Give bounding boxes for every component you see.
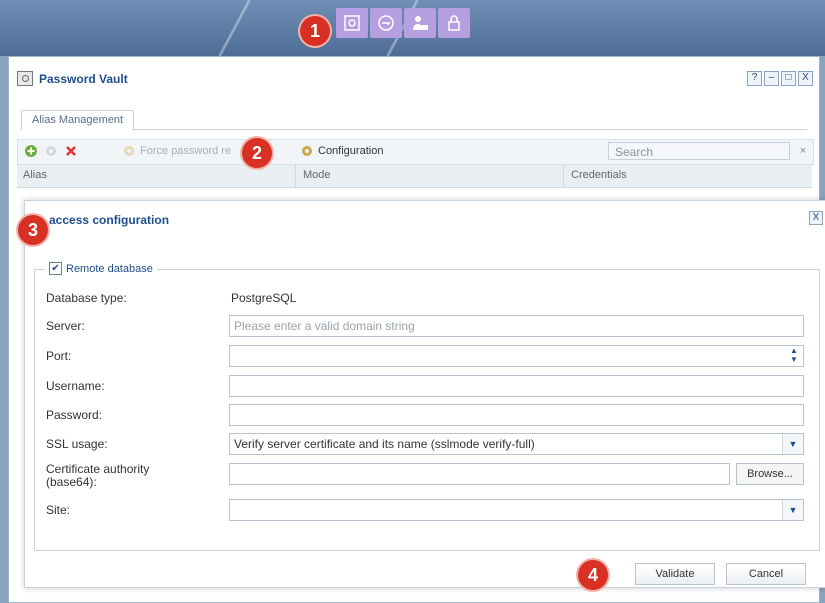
column-mode[interactable]: Mode [303,169,331,181]
username-label: Username: [46,379,105,393]
vault-title-text: Password Vault [39,71,128,86]
column-divider [295,165,296,187]
remote-database-checkbox[interactable]: ✔ [49,262,62,275]
step-badge-1: 1 [300,16,330,46]
certificate-authority-label-2: (base64): [46,475,97,489]
column-divider [563,165,564,187]
chevron-down-icon[interactable]: ▼ [782,434,803,454]
database-type-label: Database type: [46,291,127,305]
search-input[interactable]: Search [608,142,790,160]
force-gear-icon [124,146,134,156]
column-alias[interactable]: Alias [23,169,47,181]
browse-button[interactable]: Browse... [736,463,804,485]
username-input[interactable] [229,375,804,397]
configuration-dialog: e access configuration X ✔ Remote databa… [24,200,825,588]
search-clear-icon[interactable]: × [794,142,812,160]
user-lock-icon[interactable] [404,8,436,38]
window-controls: ? – □ X [747,71,813,86]
ssl-usage-label: SSL usage: [46,437,108,451]
top-bar [0,0,825,56]
decorative-stripe [210,0,257,56]
password-label: Password: [46,408,103,422]
configuration-button[interactable]: Configuration [318,145,383,157]
step-badge-2: 2 [242,138,272,168]
vault-safe-icon[interactable] [336,8,368,38]
cancel-button[interactable]: Cancel [726,563,806,585]
remote-database-label: Remote database [66,262,153,275]
ssl-usage-value: Verify server certificate and its name (… [234,437,535,451]
dialog-close-button[interactable]: X [809,211,823,225]
validate-button[interactable]: Validate [635,563,715,585]
toolbar: Force password re Configuration Search × [17,139,814,165]
tab-bar: Alias Management [21,107,807,130]
server-label: Server: [46,319,85,333]
certificate-authority-input[interactable] [229,463,730,485]
remote-database-fieldset: ✔ Remote database Database type: Postgre… [34,262,820,551]
force-password-button[interactable]: Force password re [140,145,231,157]
ssl-usage-select[interactable]: Verify server certificate and its name (… [229,433,804,455]
key-icon[interactable] [370,8,402,38]
column-credentials[interactable]: Credentials [571,169,627,181]
remote-database-legend: ✔ Remote database [45,262,157,275]
maximize-button[interactable]: □ [781,71,796,86]
step-badge-4: 4 [578,560,608,590]
add-icon[interactable] [24,144,38,158]
server-placeholder: Please enter a valid domain string [234,319,415,333]
help-button[interactable]: ? [747,71,762,86]
certificate-authority-label: Certificate authority [46,462,150,476]
port-input[interactable]: ▲ ▼ [229,345,804,367]
password-input[interactable] [229,404,804,426]
minimize-button[interactable]: – [764,71,779,86]
port-label: Port: [46,349,72,363]
configuration-gear-icon [302,146,312,156]
top-toolbar [336,8,470,38]
server-input[interactable]: Please enter a valid domain string [229,315,804,337]
table-header: Alias Mode Credentials [17,165,812,188]
port-stepper[interactable]: ▲ ▼ [785,346,803,366]
site-select[interactable]: ▼ [229,499,804,521]
database-type-value: PostgreSQL [231,291,297,305]
step-badge-3: 3 [18,215,48,245]
site-label: Site: [46,503,71,517]
vault-icon [17,71,33,86]
delete-icon[interactable] [64,144,78,158]
tab-alias-management[interactable]: Alias Management [21,110,135,130]
gear-icon[interactable] [44,144,58,158]
chevron-down-icon[interactable]: ▼ [782,500,803,520]
background-strip [0,56,8,603]
dialog-title: e access configuration [39,213,170,227]
close-button[interactable]: X [798,71,813,86]
vault-title: Password Vault [17,71,128,86]
lock-icon[interactable] [438,8,470,38]
